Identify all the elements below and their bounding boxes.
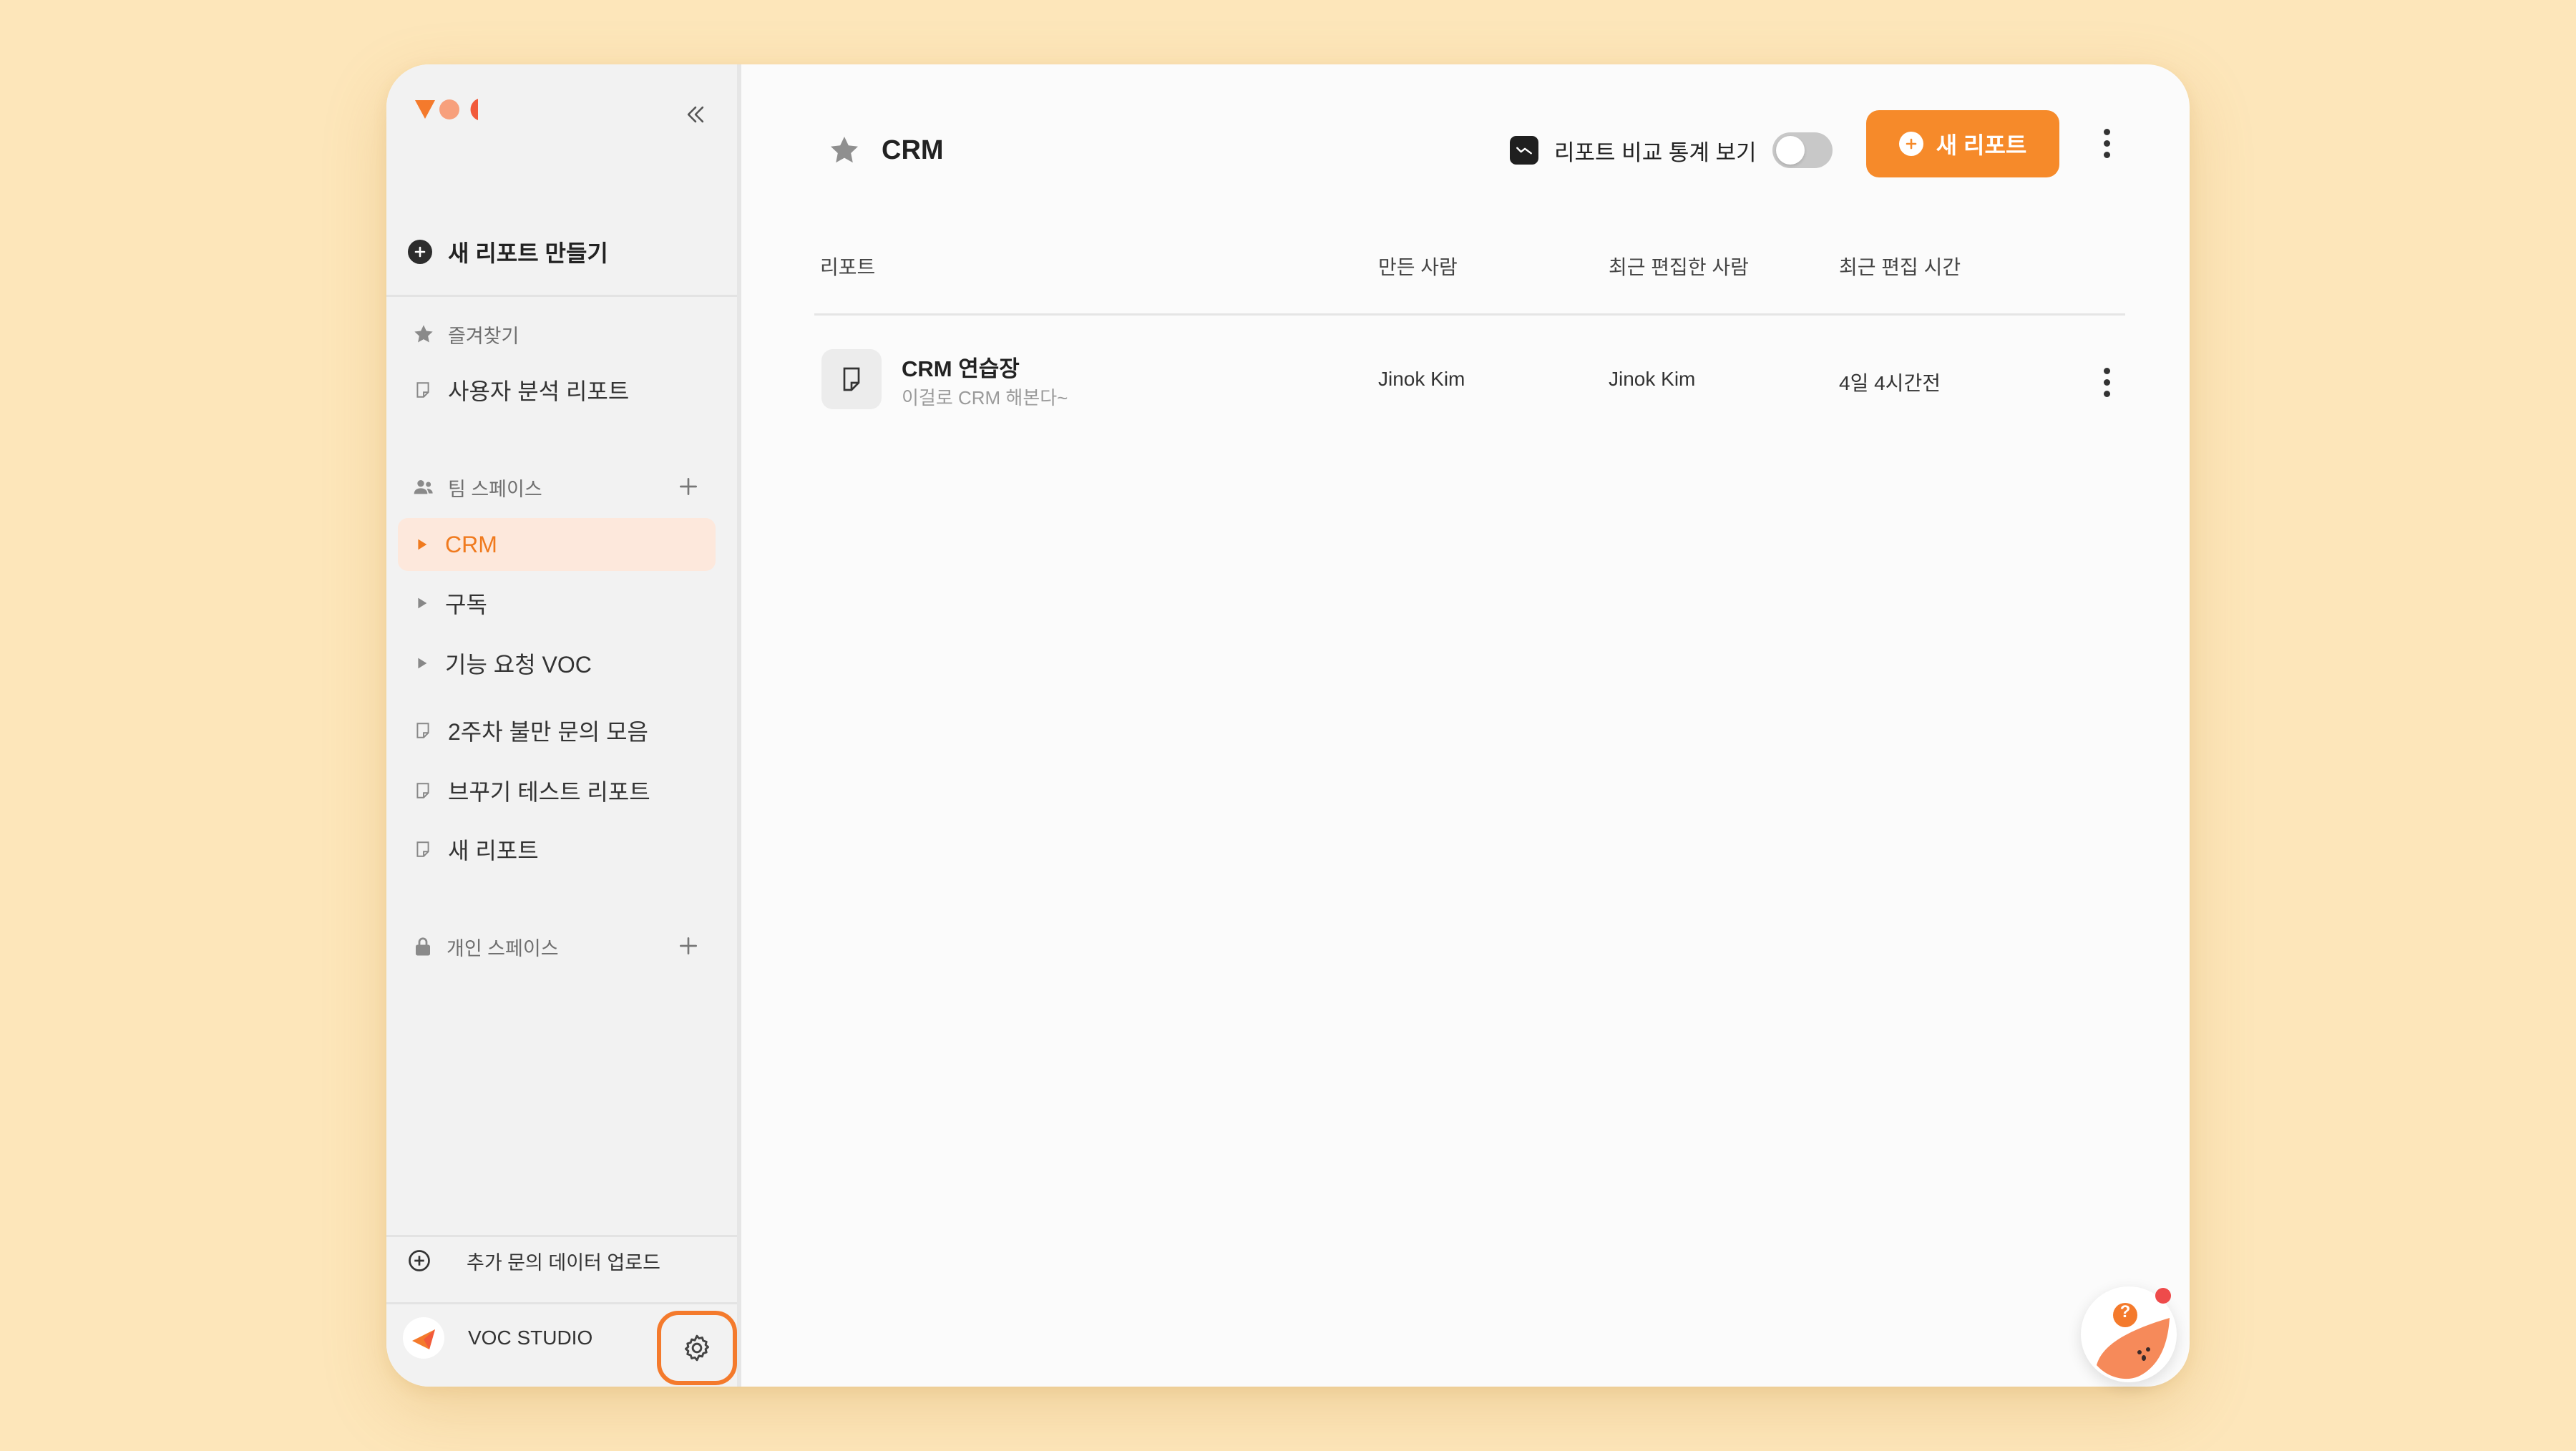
compare-stats-toggle[interactable] xyxy=(1772,132,1833,168)
team-item-label: CRM xyxy=(445,531,497,557)
personal-space-label: 개인 스페이스 xyxy=(447,937,559,959)
triangle-right-icon xyxy=(418,597,427,609)
help-badge: ? xyxy=(2119,1302,2131,1321)
add-personal-space-item-button[interactable] xyxy=(673,930,704,962)
column-header-last-editor[interactable]: 최근 편집한 사람 xyxy=(1609,252,1749,280)
users-icon xyxy=(414,480,433,494)
document-icon xyxy=(821,349,882,409)
team-item-feature-request[interactable]: 기능 요청 VOC xyxy=(398,637,716,690)
team-item-label: 기능 요청 VOC xyxy=(445,652,592,678)
divider xyxy=(386,1302,737,1304)
new-report-button[interactable]: 새 리포트 xyxy=(1866,110,2059,177)
team-item-label: 브꾸기 테스트 리포트 xyxy=(448,779,650,805)
plus-icon xyxy=(680,478,697,495)
report-creator: Jinok Kim xyxy=(1378,368,1465,390)
table-header-divider xyxy=(814,313,2125,316)
compare-stats-toggle-row: 리포트 비교 통계 보기 xyxy=(1510,122,1833,179)
team-item-label: 2주차 불만 문의 모음 xyxy=(448,719,648,745)
new-report-create-label: 새 리포트 만들기 xyxy=(448,240,608,266)
star-icon[interactable] xyxy=(827,133,862,167)
plus-circle-icon xyxy=(408,240,432,264)
document-icon xyxy=(416,723,429,738)
team-item-test-report[interactable]: 브꾸기 테스트 리포트 xyxy=(398,764,716,817)
row-more-menu-icon[interactable] xyxy=(2092,361,2121,404)
team-space-section-label: 팀 스페이스 xyxy=(412,469,542,505)
team-space-label: 팀 스페이스 xyxy=(448,478,542,500)
workspace-avatar xyxy=(403,1317,444,1359)
document-icon xyxy=(416,783,429,798)
column-header-report[interactable]: 리포트 xyxy=(820,252,875,280)
header-more-menu-icon[interactable] xyxy=(2092,122,2121,165)
notification-dot xyxy=(2155,1288,2171,1304)
team-item-label: 새 리포트 xyxy=(448,838,539,864)
sidebar: 새 리포트 만들기 즐겨찾기 사용자 분석 리포트 팀 스페이스 CRM 구독 xyxy=(386,64,741,1387)
column-header-creator[interactable]: 만든 사람 xyxy=(1378,252,1458,280)
voc-logo xyxy=(415,99,478,120)
compare-stats-label: 리포트 비교 통계 보기 xyxy=(1554,140,1757,165)
plus-icon xyxy=(680,937,697,954)
workspace-name: VOC STUDIO xyxy=(468,1327,593,1349)
personal-space-section-label: 개인 스페이스 xyxy=(412,929,559,964)
chart-icon xyxy=(1510,136,1538,165)
settings-button[interactable] xyxy=(657,1311,737,1385)
new-report-create-button[interactable]: 새 리포트 만들기 xyxy=(408,223,708,280)
page-header: CRM xyxy=(827,122,944,179)
report-last-editor: Jinok Kim xyxy=(1609,368,1696,390)
plus-circle-outline-icon xyxy=(409,1250,430,1271)
gear-icon xyxy=(684,1334,710,1362)
star-icon xyxy=(414,325,433,343)
divider xyxy=(386,295,737,297)
triangle-right-icon xyxy=(418,539,427,550)
add-team-space-item-button[interactable] xyxy=(673,471,704,502)
lock-icon xyxy=(416,937,430,956)
report-subtitle: 이걸로 CRM 해본다~ xyxy=(902,387,1068,409)
favorites-label: 즐겨찾기 xyxy=(448,325,519,347)
column-header-edited-time[interactable]: 최근 편집 시간 xyxy=(1839,252,1961,280)
double-chevron-left-icon xyxy=(687,106,704,123)
report-edited-time: 4일 4시간전 xyxy=(1839,372,1941,394)
report-title[interactable]: CRM 연습장 xyxy=(902,351,1020,383)
team-item-subscription[interactable]: 구독 xyxy=(398,577,716,630)
document-icon xyxy=(416,382,429,398)
team-item-week2-complaints[interactable]: 2주차 불만 문의 모음 xyxy=(398,704,716,757)
upload-data-button[interactable]: 추가 문의 데이터 업로드 xyxy=(406,1232,721,1289)
team-item-crm[interactable]: CRM xyxy=(398,518,716,571)
new-report-button-label: 새 리포트 xyxy=(1936,132,2027,158)
document-icon xyxy=(416,841,429,857)
favorites-section-label: 즐겨찾기 xyxy=(412,316,519,352)
triangle-right-icon xyxy=(418,658,427,669)
team-item-label: 구독 xyxy=(445,592,487,617)
main-content: CRM 리포트 비교 통계 보기 새 리포트 리포트 만든 사람 최근 편집한 … xyxy=(741,64,2190,1387)
plus-circle-icon xyxy=(1898,132,1923,156)
favorite-item-user-analysis[interactable]: 사용자 분석 리포트 xyxy=(398,363,716,416)
favorite-item-label: 사용자 분석 리포트 xyxy=(448,378,630,404)
upload-label: 추가 문의 데이터 업로드 xyxy=(467,1251,660,1274)
page-title: CRM xyxy=(882,135,944,165)
team-item-new-report[interactable]: 새 리포트 xyxy=(398,823,716,876)
app-window: 새 리포트 만들기 즐겨찾기 사용자 분석 리포트 팀 스페이스 CRM 구독 xyxy=(386,64,2190,1387)
collapse-sidebar-button[interactable] xyxy=(675,94,716,135)
